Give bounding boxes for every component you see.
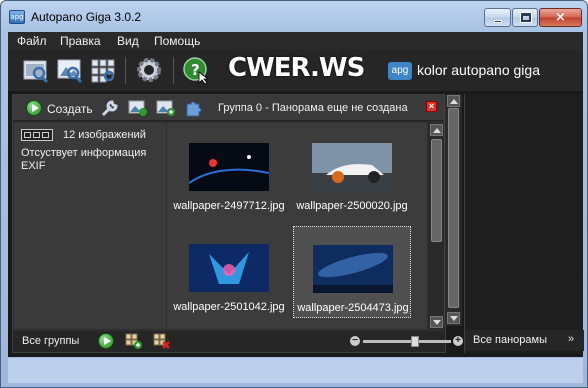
image-count: 12 изображений — [63, 129, 146, 141]
panoramas-panel: Все панорамы » — [464, 94, 584, 353]
help-icon[interactable]: ? — [182, 55, 210, 85]
group-info-pane: 12 изображений Отсуствует информация EXI… — [14, 123, 166, 329]
add-group-icon[interactable] — [125, 333, 143, 350]
maximize-icon — [521, 13, 531, 22]
menu-help[interactable]: Помощь — [154, 34, 200, 48]
scroll-down-icon[interactable] — [447, 312, 460, 324]
maximize-button[interactable] — [512, 8, 538, 27]
close-icon: × — [555, 10, 566, 25]
exif-info: Отсуствует информация EXIF — [21, 147, 147, 172]
scrollbar-thumb[interactable] — [448, 108, 459, 308]
title-bar: apg Autopano Giga 3.0.2 × — [1, 1, 587, 31]
expand-chevron-icon[interactable]: » — [568, 333, 574, 345]
wrench-icon[interactable] — [100, 99, 120, 117]
toolbar-separator — [173, 57, 174, 84]
image-filename: wallpaper-2501042.jpg — [173, 301, 285, 313]
panoramas-footer: Все панорамы » — [465, 330, 584, 351]
menu-edit[interactable]: Правка — [60, 34, 101, 48]
zoom-slider[interactable] — [363, 336, 451, 347]
import-images-icon[interactable] — [55, 55, 83, 85]
minimize-button[interactable] — [484, 8, 511, 27]
all-panoramas-label[interactable]: Все панорамы — [473, 334, 547, 346]
create-play-icon[interactable] — [26, 100, 42, 116]
group-footer: Все группы − + — [13, 331, 463, 352]
zoom-out-icon[interactable]: − — [350, 336, 360, 346]
scroll-down-icon[interactable] — [430, 316, 443, 328]
main-area: Создать Группа 0 - Панорама еще не созда… — [8, 91, 584, 357]
image-preview — [189, 244, 269, 292]
image-thumbnail[interactable]: wallpaper-2501042.jpg — [170, 226, 288, 318]
svg-text:?: ? — [191, 61, 200, 79]
watermark-logo: CWER.WS — [228, 53, 365, 83]
image-thumbnail[interactable]: wallpaper-2500020.jpg — [293, 125, 411, 217]
group-header: Создать Группа 0 - Панорама еще не созда… — [13, 95, 445, 121]
open-folder-icon[interactable] — [21, 55, 49, 85]
all-groups-label[interactable]: Все группы — [22, 335, 79, 347]
puzzle-icon[interactable] — [184, 99, 204, 117]
image-grid: wallpaper-2497712.jpg wallpaper-2500020.… — [167, 123, 427, 329]
toolbar: ? CWER.WS apg kolor autopano giga — [8, 50, 583, 91]
groups-scrollbar[interactable] — [444, 94, 462, 326]
image-filename: wallpaper-2497712.jpg — [173, 200, 285, 212]
window-title: Autopano Giga 3.0.2 — [31, 10, 142, 24]
zoom-in-icon[interactable]: + — [453, 336, 463, 346]
image-preview — [313, 245, 393, 293]
image-grid-scrollbar[interactable] — [428, 123, 445, 329]
status-bar — [8, 358, 583, 383]
group-title: Группа 0 - Панорама еще не создана — [218, 102, 408, 114]
image-thumbnail-selected[interactable]: wallpaper-2504473.jpg — [293, 226, 411, 318]
group-panel: Создать Группа 0 - Панорама еще не созда… — [12, 94, 463, 353]
add-photos-icon[interactable] — [156, 99, 176, 117]
menu-view[interactable]: Вид — [117, 34, 139, 48]
toolbar-separator — [125, 57, 126, 84]
add-image-icon[interactable] — [128, 99, 148, 117]
settings-gear-icon[interactable] — [135, 55, 163, 85]
brand-badge: apg — [388, 62, 412, 80]
create-button-label[interactable]: Создать — [47, 102, 93, 116]
scroll-up-icon[interactable] — [447, 95, 460, 107]
brand-name: kolor autopano giga — [417, 62, 540, 78]
zoom-slider-handle[interactable] — [411, 336, 419, 347]
render-play-icon[interactable] — [98, 333, 114, 349]
image-filename: wallpaper-2500020.jpg — [296, 200, 408, 212]
image-filename: wallpaper-2504473.jpg — [297, 302, 409, 314]
scroll-up-icon[interactable] — [430, 124, 443, 136]
close-window-button[interactable]: × — [539, 8, 582, 27]
detect-grid-icon[interactable] — [89, 55, 117, 85]
menu-file[interactable]: Файл — [17, 34, 47, 48]
minimize-icon — [494, 20, 502, 23]
menu-bar: Файл Правка Вид Помощь — [8, 32, 583, 50]
image-preview — [312, 143, 392, 191]
delete-group-icon[interactable] — [153, 333, 171, 350]
scrollbar-thumb[interactable] — [431, 139, 442, 242]
image-preview — [189, 143, 269, 191]
image-count-icon — [21, 129, 53, 141]
app-window: apg Autopano Giga 3.0.2 × Файл Правка Ви… — [0, 0, 588, 388]
close-group-icon[interactable]: × — [426, 101, 437, 112]
image-thumbnail[interactable]: wallpaper-2497712.jpg — [170, 125, 288, 217]
app-icon: apg — [9, 10, 25, 24]
